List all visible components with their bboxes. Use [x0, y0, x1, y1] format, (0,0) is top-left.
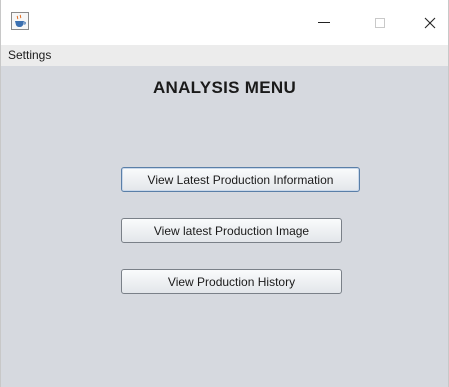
- minimize-button[interactable]: [301, 0, 347, 45]
- view-latest-production-image-button[interactable]: View latest Production Image: [121, 218, 342, 243]
- app-window: Settings ANALYSIS MENU View Latest Produ…: [0, 0, 449, 387]
- minimize-icon: [318, 22, 330, 23]
- maximize-button[interactable]: [357, 0, 403, 45]
- page-title: ANALYSIS MENU: [152, 78, 297, 97]
- close-button[interactable]: [407, 0, 449, 45]
- title-bar: [1, 0, 448, 45]
- java-cup-icon[interactable]: [11, 12, 29, 30]
- menu-settings[interactable]: Settings: [8, 48, 51, 62]
- view-latest-production-information-button[interactable]: View Latest Production Information: [121, 167, 360, 192]
- close-icon: [424, 17, 436, 28]
- maximize-icon: [375, 17, 385, 28]
- view-production-history-button[interactable]: View Production History: [121, 269, 342, 294]
- menu-bar: Settings: [1, 45, 448, 67]
